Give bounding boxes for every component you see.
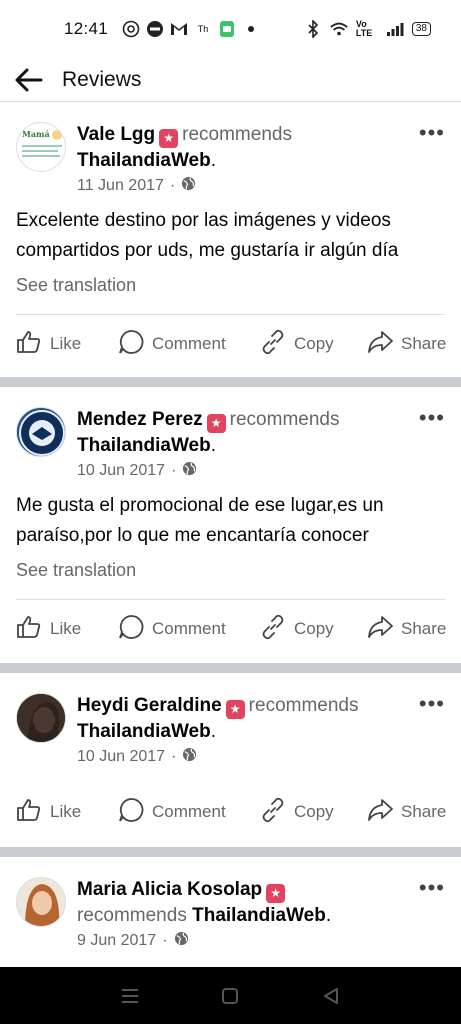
review-text: Me gusta el promocional de ese lugar,es … xyxy=(16,495,384,546)
globe-icon xyxy=(182,461,197,481)
see-translation-link[interactable]: See translation xyxy=(16,560,136,581)
review-actions: Like Comment Copy Share xyxy=(0,322,461,366)
comment-button[interactable]: Comment xyxy=(118,797,226,828)
page-name-link[interactable]: ThailandiaWeb xyxy=(192,905,326,926)
copy-button[interactable]: Copy xyxy=(260,329,334,360)
more-options-icon[interactable]: ••• xyxy=(419,877,445,899)
more-options-icon[interactable]: ••• xyxy=(419,122,445,144)
avatar[interactable]: Mamá xyxy=(16,122,66,172)
review-meta: 10 Jun 2017 · xyxy=(77,747,197,767)
copy-button[interactable]: Copy xyxy=(260,797,334,828)
dot-icon xyxy=(242,20,260,38)
review-text: Excelente destino por las imágenes y vid… xyxy=(16,210,399,261)
page-name-link[interactable]: ThailandiaWeb xyxy=(77,721,211,742)
review-date[interactable]: 9 Jun 2017 xyxy=(77,932,156,950)
globe-icon xyxy=(181,176,196,196)
review-actions: Like Comment Copy Share xyxy=(0,790,461,834)
review-separator xyxy=(0,847,461,857)
review-separator xyxy=(0,663,461,673)
signal-icon xyxy=(386,20,404,38)
reviewer-name[interactable]: Vale Lgg xyxy=(77,124,155,145)
review-meta: 11 Jun 2017 · xyxy=(77,176,196,196)
page-name-link[interactable]: ThailandiaWeb xyxy=(77,150,211,171)
review-date[interactable]: 10 Jun 2017 xyxy=(77,462,165,480)
review-separator xyxy=(0,377,461,387)
podcast-icon xyxy=(122,20,140,38)
globe-icon xyxy=(182,747,197,767)
share-button[interactable]: Share xyxy=(367,798,446,827)
recent-apps-icon[interactable] xyxy=(115,981,145,1011)
comment-icon xyxy=(118,329,144,360)
comment-button[interactable]: Comment xyxy=(118,614,226,645)
status-time: 12:41 xyxy=(64,19,109,38)
review-date[interactable]: 10 Jun 2017 xyxy=(77,748,165,766)
share-button[interactable]: Share xyxy=(367,330,446,359)
gmail-icon xyxy=(170,20,188,38)
review-card: Mamá Vale Lgg ★ recommends ThailandiaWeb. … xyxy=(0,102,461,378)
share-button[interactable]: Share xyxy=(367,615,446,644)
more-options-icon[interactable]: ••• xyxy=(419,407,445,429)
link-icon xyxy=(260,329,286,360)
thumbs-up-icon xyxy=(16,615,42,644)
reviewer-name[interactable]: Heydi Geraldine xyxy=(77,695,222,716)
avatar[interactable] xyxy=(16,877,66,927)
wifi-icon xyxy=(330,20,348,38)
page-name-link[interactable]: ThailandiaWeb xyxy=(77,435,211,456)
review-card: Mendez Perez ★ recommends ThailandiaWeb. 1… xyxy=(0,387,461,663)
comment-icon xyxy=(118,797,144,828)
review-header-text: Maria Alicia Kosolap ★ recommends Thailan… xyxy=(77,879,332,926)
status-bar: 12:41 Th Vo LTE 38 xyxy=(0,0,461,58)
review-date[interactable]: 11 Jun 2017 xyxy=(77,177,164,195)
page-title: Reviews xyxy=(62,67,142,91)
globe-icon xyxy=(174,931,189,951)
review-header-text: Heydi Geraldine ★ recommends ThailandiaWeb… xyxy=(77,695,359,742)
bluetooth-icon xyxy=(304,20,322,38)
comment-icon xyxy=(118,614,144,645)
review-card: Heydi Geraldine ★ recommends ThailandiaWeb… xyxy=(0,673,461,847)
system-nav-bar xyxy=(0,967,461,1024)
app-header: Reviews xyxy=(0,58,461,102)
share-arrow-icon xyxy=(367,798,393,827)
avatar[interactable] xyxy=(16,407,66,457)
line-app-icon xyxy=(146,20,164,38)
like-button[interactable]: Like xyxy=(16,330,81,359)
review-meta: 9 Jun 2017 · xyxy=(77,931,189,951)
comment-button[interactable]: Comment xyxy=(118,329,226,360)
recommend-badge-icon: ★ xyxy=(159,129,179,148)
like-button[interactable]: Like xyxy=(16,615,81,644)
more-options-icon[interactable]: ••• xyxy=(419,693,445,715)
recommend-badge-icon: ★ xyxy=(206,414,226,433)
like-button[interactable]: Like xyxy=(16,798,81,827)
reviewer-name[interactable]: Maria Alicia Kosolap xyxy=(77,879,262,900)
avatar[interactable] xyxy=(16,693,66,743)
link-icon xyxy=(260,797,286,828)
avatar-logo-text: Mamá xyxy=(22,129,50,139)
recommend-badge-icon: ★ xyxy=(225,700,245,719)
reviewer-name[interactable]: Mendez Perez xyxy=(77,409,203,430)
review-header-text: Mendez Perez ★ recommends ThailandiaWeb. xyxy=(77,409,340,456)
review-meta: 10 Jun 2017 · xyxy=(77,461,197,481)
thumbs-up-icon xyxy=(16,798,42,827)
link-icon xyxy=(260,614,286,645)
review-header-text: Vale Lgg ★ recommends ThailandiaWeb. xyxy=(77,124,292,171)
thumbs-up-icon xyxy=(16,330,42,359)
recommend-badge-icon: ★ xyxy=(266,884,286,903)
volte-label: Vo LTE xyxy=(355,19,373,38)
battery-indicator: 38 xyxy=(411,22,431,36)
green-app-icon xyxy=(218,20,236,38)
review-actions: Like Comment Copy Share xyxy=(0,607,461,651)
share-arrow-icon xyxy=(367,615,393,644)
review-card: Maria Alicia Kosolap ★ recommends Thailan… xyxy=(0,857,461,967)
see-translation-link[interactable]: See translation xyxy=(16,275,136,296)
share-arrow-icon xyxy=(367,330,393,359)
home-icon[interactable] xyxy=(215,981,245,1011)
back-triangle-icon[interactable] xyxy=(316,981,346,1011)
copy-button[interactable]: Copy xyxy=(260,614,334,645)
back-arrow-icon[interactable] xyxy=(15,65,45,95)
thai-app-icon: Th xyxy=(197,24,209,34)
